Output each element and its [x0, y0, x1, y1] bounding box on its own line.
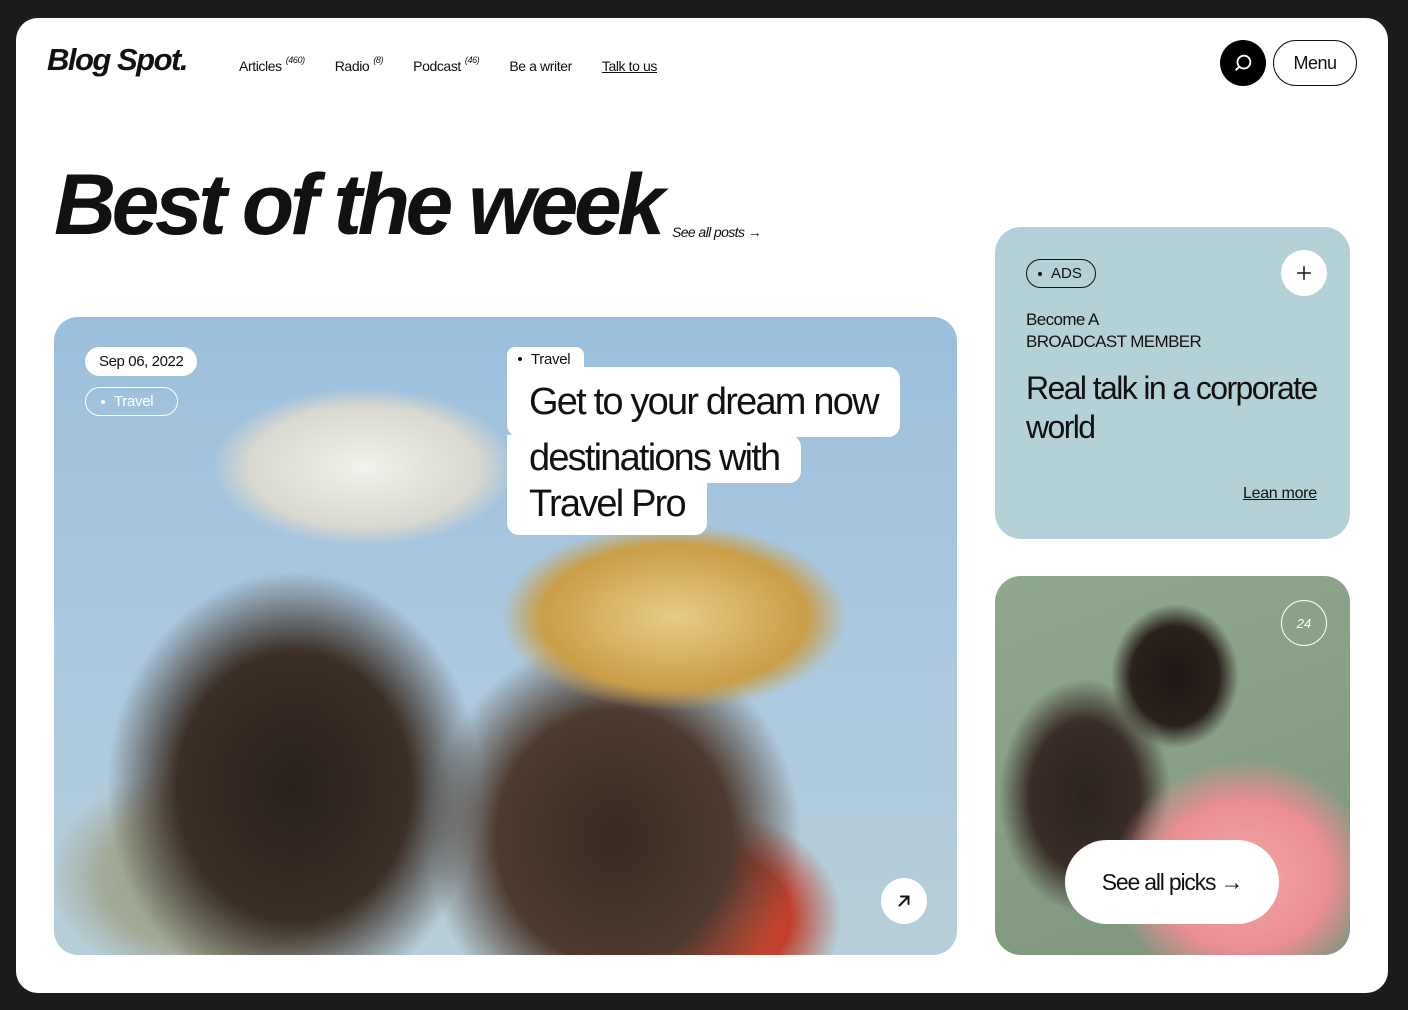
learn-more-link[interactable]: Lean more [1243, 485, 1317, 503]
arrow-right-icon: → [1215, 868, 1243, 895]
ad-subtitle-line: Become A [1026, 310, 1099, 329]
post-title-line[interactable]: Travel Pro [507, 481, 707, 535]
nav-item-label: Radio [334, 58, 370, 74]
ad-title: Real talk in a corporate world [1026, 370, 1318, 445]
ads-badge: ADS [1026, 259, 1096, 288]
nav-item-be-a-writer[interactable]: Be a writer [509, 58, 572, 74]
see-all-posts-link[interactable]: See all posts → [672, 224, 762, 240]
ad-card[interactable]: ADS Become A BROADCAST MEMBER Real talk … [995, 227, 1350, 539]
picks-count-badge: 24 [1281, 600, 1327, 646]
main-nav: Articles (460) Radio (8) Podcast (46) Be… [239, 55, 658, 74]
nav-item-label: Be a writer [509, 58, 572, 74]
dot-icon [101, 399, 105, 404]
see-all-picks-label: See all picks [1101, 868, 1217, 895]
post-title-line[interactable]: destinations with [507, 435, 802, 483]
picks-card[interactable]: 24 See all picks → [995, 576, 1350, 955]
nav-item-label: Talk to us [601, 58, 658, 74]
post-title-line[interactable]: Get to your dream now [507, 367, 900, 437]
page-frame: Blog Spot. Articles (460) Radio (8) Podc… [16, 18, 1388, 993]
expand-ad-button[interactable] [1281, 250, 1327, 296]
logo[interactable]: Blog Spot. [47, 42, 188, 78]
nav-item-label: Podcast [413, 58, 461, 74]
ad-subtitle-line: BROADCAST MEMBER [1026, 332, 1202, 351]
dot-icon [518, 357, 522, 361]
nav-item-count: (46) [464, 55, 480, 65]
featured-post-card[interactable]: Sep 06, 2022 Travel Travel Get to your d… [54, 317, 957, 955]
nav-item-articles[interactable]: Articles (460) [239, 55, 305, 74]
nav-item-podcast[interactable]: Podcast (46) [413, 55, 480, 74]
see-all-picks-button[interactable]: See all picks → [1065, 840, 1279, 924]
search-button[interactable] [1220, 40, 1266, 86]
arrow-up-right-icon [898, 895, 910, 907]
ad-subtitle: Become A BROADCAST MEMBER [1026, 309, 1202, 353]
nav-item-count: (460) [285, 55, 305, 65]
nav-item-radio[interactable]: Radio (8) [334, 55, 384, 74]
category-label: Travel [114, 393, 154, 410]
search-icon [1235, 54, 1252, 71]
dot-icon [1038, 271, 1042, 276]
category-pill[interactable]: Travel [85, 387, 178, 416]
plus-icon [1297, 266, 1311, 280]
see-all-posts-label: See all posts [672, 224, 745, 240]
arrow-right-icon: → [747, 224, 762, 240]
nav-item-count: (8) [373, 55, 384, 65]
nav-item-label: Articles [239, 58, 282, 74]
menu-button[interactable]: Menu [1273, 40, 1357, 86]
nav-item-talk-to-us[interactable]: Talk to us [601, 58, 658, 74]
post-tag-label: Travel [531, 350, 571, 368]
page-title: Best of the week [54, 157, 665, 253]
ads-badge-label: ADS [1051, 265, 1082, 282]
open-post-button[interactable] [881, 878, 927, 924]
date-badge: Sep 06, 2022 [85, 347, 198, 376]
